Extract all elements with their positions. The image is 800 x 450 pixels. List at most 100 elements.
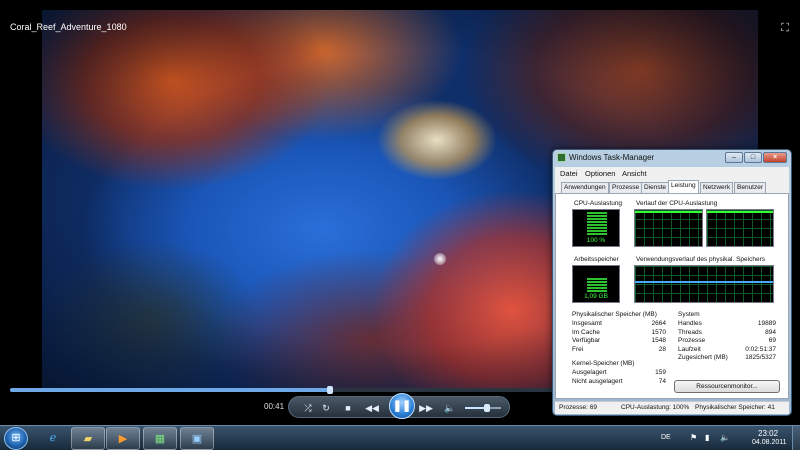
stat-key: Im Cache [572,328,600,336]
task-manager-icon: ▦ [154,433,166,445]
stat-value: 159 [655,369,666,376]
fullscreen-icon[interactable]: ⛶ [779,22,791,34]
volume-slider[interactable] [465,404,501,412]
menu-bar: Datei Optionen Ansicht [555,167,789,179]
taskbar-task-manager[interactable]: ▦ [143,427,177,450]
tab-leistung[interactable]: Leistung [668,180,699,193]
stat-key: Insgesamt [572,320,602,327]
volume-icon[interactable]: 🔈 [720,433,730,442]
table-row: Im Cache 1570 [572,329,666,338]
maximize-button[interactable]: □ [744,152,762,163]
previous-icon[interactable]: ◀◀ [365,401,379,415]
remote-desktop-icon: ▣ [191,433,203,445]
memory-usage-bars [587,278,607,292]
table-row: Verfügbar 1548 [572,337,666,346]
cpu-usage-value: 100 % [586,237,606,244]
network-icon[interactable]: ▮ [705,433,709,442]
speaker-icon[interactable]: 🔈 [443,401,457,415]
memory-value: 1,09 GB [584,293,608,300]
clock-time[interactable]: 23:02 [758,429,778,438]
stat-value: 74 [658,377,666,385]
taskbar-remote-desktop[interactable]: ▣ [180,427,214,450]
taskbar-internet-explorer[interactable]: ℯ [36,427,70,450]
cpu-usage-label: CPU-Auslastung [574,200,623,207]
status-bar: Prozesse: 69 CPU-Auslastung: 100% Physik… [555,401,789,414]
stat-value: 0:02:51:37 [745,345,776,353]
task-manager-window: Windows Task-Manager – □ × Datei Optione… [552,149,792,416]
stat-key: Prozesse [678,337,706,344]
clock-date[interactable]: 04.08.2011 [752,439,787,446]
repeat-icon[interactable]: ↻ [319,401,333,415]
task-manager-icon [557,153,566,162]
window-title: Windows Task-Manager [569,153,655,162]
resource-monitor-button[interactable]: Ressourcenmonitor... [674,380,780,393]
table-row: Prozesse 69 [678,337,776,346]
kernel-memory-heading: Kernel-Speicher (MB) [572,360,635,367]
performance-panel: CPU-Auslastung 100 % Verlauf der CPU-Aus… [555,193,789,399]
minimize-button[interactable]: – [725,152,743,163]
stat-key: Handles [678,320,702,327]
stat-value: 2664 [651,320,666,327]
stat-key: Laufzeit [678,345,701,353]
stat-value: 894 [765,328,776,336]
memory-history-label: Verwendungsverlauf des physikal. Speiche… [636,256,765,263]
memory-label: Arbeitsspeicher [574,256,619,263]
taskbar-media-player[interactable]: ▶ [106,427,140,450]
language-indicator[interactable]: DE [661,434,671,441]
tab-dienste[interactable]: Dienste [641,182,670,193]
tab-netzwerk[interactable]: Netzwerk [700,182,734,193]
flag-icon[interactable]: ⚑ [690,433,697,442]
table-row: Zugesichert (MB) 1825/5327 [678,354,776,363]
menu-datei[interactable]: Datei [560,169,578,178]
internet-explorer-icon: ℯ [49,432,57,444]
cpu-history-line [635,211,702,213]
cpu-history-graph-core-1 [634,209,703,247]
kernel-memory-table: Ausgelagert 159 Nicht ausgelagert 74 [572,369,666,386]
menu-ansicht[interactable]: Ansicht [622,169,647,178]
tab-benutzer[interactable]: Benutzer [734,182,767,193]
video-title: Coral_Reef_Adventure_1080 [10,22,127,32]
cpu-history-line [707,211,773,213]
table-row: Threads 894 [678,329,776,338]
status-cpu: CPU-Auslastung: 100% [621,404,690,411]
taskbar-explorer[interactable]: ▰ [71,427,105,450]
table-row: Nicht ausgelagert 74 [572,378,666,387]
memory-meter: 1,09 GB [572,265,620,303]
stat-value: 1825/5327 [745,354,776,361]
seek-bar-progress [10,388,330,392]
start-button[interactable]: ⊞ [4,427,28,450]
table-row: Insgesamt 2664 [572,320,666,329]
taskbar: ⊞ ℯ ▰ ▶ ▦ ▣ DE ⚑ ▮ 🔈 23:02 04.08.2011 [0,425,800,450]
task-manager-titlebar[interactable]: Windows Task-Manager – □ × [553,150,791,166]
playback-controls: ⤮ ↻ ■ ◀◀ ❚❚ ▶▶ 🔈 [288,393,510,419]
stat-key: Ausgelagert [572,369,607,376]
tab-prozesse[interactable]: Prozesse [609,182,643,193]
show-desktop-button[interactable] [792,426,800,450]
shuffle-icon[interactable]: ⤮ [301,401,315,415]
close-button[interactable]: × [763,152,787,163]
stat-key: Frei [572,345,584,353]
video-light-spot [434,253,446,265]
seek-thumb[interactable] [326,386,333,394]
cpu-usage-bars [587,212,607,236]
stat-key: Zugesichert (MB) [678,354,728,361]
stat-key: Threads [678,328,702,336]
system-heading: System [678,311,700,318]
windows-logo-icon: ⊞ [11,432,21,444]
stat-value: 1570 [651,328,666,336]
stat-value: 1548 [651,337,666,344]
cpu-history-graph-core-2 [706,209,774,247]
current-time: 00:41 [264,402,285,411]
table-row: Laufzeit 0:02:51:37 [678,346,776,355]
status-processes: Prozesse: 69 [559,404,597,411]
stop-icon[interactable]: ■ [341,401,355,415]
next-icon[interactable]: ▶▶ [419,401,433,415]
volume-thumb[interactable] [483,404,490,412]
menu-optionen[interactable]: Optionen [585,169,615,178]
stat-key: Nicht ausgelagert [572,377,623,385]
pause-icon[interactable]: ❚❚ [389,393,415,419]
memory-history-graph [634,265,774,303]
media-player-icon: ▶ [118,433,128,445]
tab-anwendungen[interactable]: Anwendungen [561,182,609,193]
stat-value: 69 [768,337,776,344]
